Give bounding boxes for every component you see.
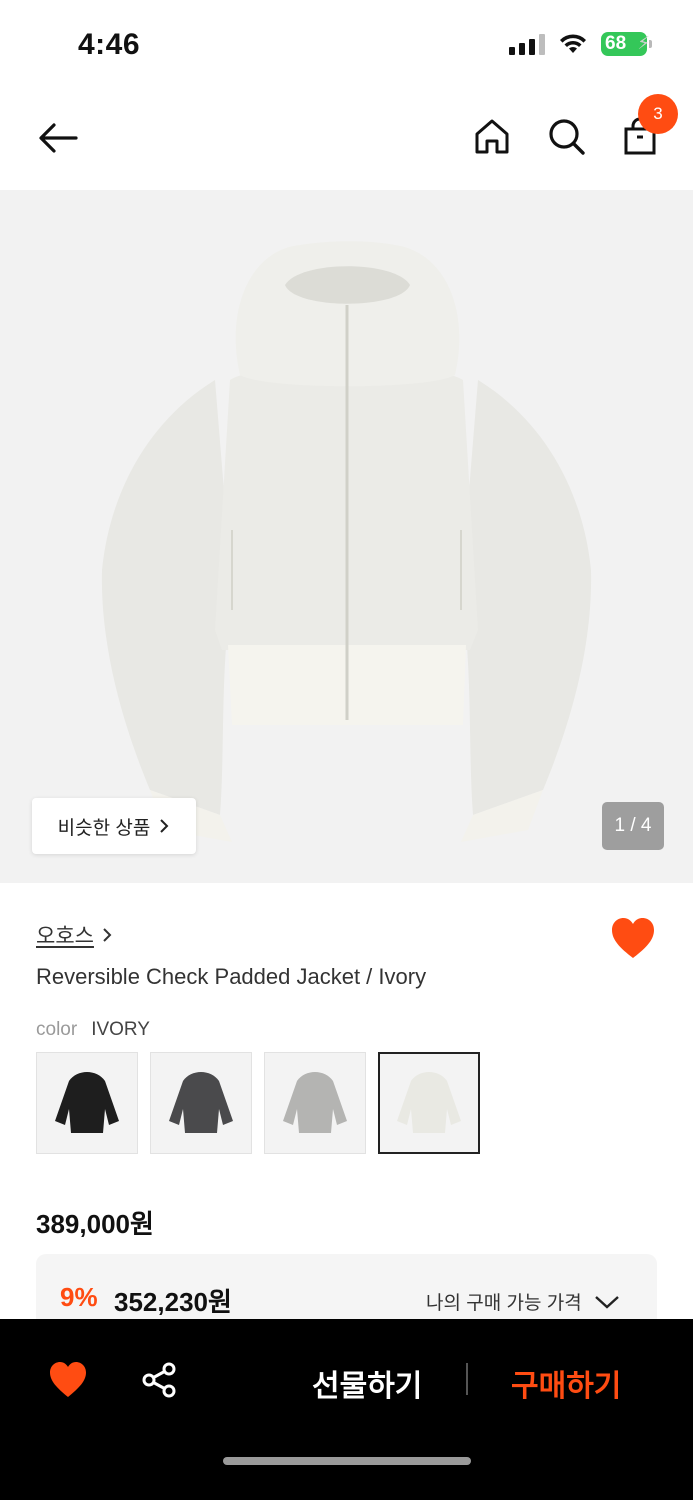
similar-products-label: 비슷한 상품	[57, 817, 151, 839]
chevron-down-icon	[594, 1295, 619, 1309]
color-swatches	[36, 1052, 480, 1154]
status-time: 4:46	[78, 28, 141, 61]
share-icon[interactable]	[140, 1361, 178, 1399]
brand-name: 오호스	[36, 925, 94, 948]
divider	[466, 1363, 468, 1395]
image-page-counter: 1 / 4	[602, 802, 664, 850]
like-heart-icon[interactable]	[48, 1361, 88, 1399]
color-swatch-ivory[interactable]	[378, 1052, 480, 1154]
charging-bolt-icon: ⚡	[637, 33, 650, 53]
home-icon[interactable]	[472, 116, 512, 156]
discount-price: 352,230원	[114, 1287, 232, 1317]
similar-products-button[interactable]: 비슷한 상품	[32, 798, 196, 854]
cart-count-badge: 3	[638, 94, 678, 134]
status-bar: 4:46 68 ⚡	[0, 0, 693, 90]
my-price-toggle[interactable]: 나의 구매 가능 가격	[426, 1288, 620, 1315]
color-swatch-charcoal[interactable]	[150, 1052, 252, 1154]
jacket-thumbnail	[283, 1072, 347, 1133]
status-icons: 68 ⚡	[509, 32, 652, 56]
color-swatch-black[interactable]	[36, 1052, 138, 1154]
bottom-action-bar: 선물하기 구매하기	[0, 1319, 693, 1500]
like-heart-icon[interactable]	[610, 917, 656, 961]
home-indicator[interactable]	[223, 1457, 471, 1465]
product-image-carousel[interactable]: 비슷한 상품 1 / 4	[0, 190, 693, 883]
app-header	[0, 90, 693, 190]
jacket-thumbnail	[55, 1072, 119, 1133]
gift-button[interactable]: 선물하기	[312, 1361, 422, 1405]
original-price: 389,000원	[36, 1209, 154, 1239]
cellular-signal-icon	[509, 33, 545, 55]
color-selector-label: color IVORY	[36, 1019, 150, 1041]
discount-rate: 9%	[60, 1282, 98, 1312]
product-image	[101, 241, 592, 842]
back-arrow-icon[interactable]	[34, 118, 82, 158]
chevron-right-icon	[160, 819, 169, 833]
battery-level: 68	[605, 33, 627, 54]
color-value: IVORY	[91, 1019, 150, 1040]
search-icon[interactable]	[546, 116, 586, 156]
jacket-thumbnail	[169, 1072, 233, 1133]
color-label: color	[36, 1019, 78, 1040]
my-price-label: 나의 구매 가능 가격	[426, 1293, 582, 1314]
jacket-thumbnail	[397, 1072, 461, 1133]
brand-link[interactable]: 오호스	[36, 920, 112, 950]
battery-icon: 68 ⚡	[601, 32, 652, 56]
wifi-icon	[560, 34, 586, 53]
color-swatch-gray[interactable]	[264, 1052, 366, 1154]
product-title: Reversible Check Padded Jacket / Ivory	[36, 964, 427, 989]
chevron-right-icon	[103, 928, 112, 942]
buy-button[interactable]: 구매하기	[511, 1361, 621, 1405]
